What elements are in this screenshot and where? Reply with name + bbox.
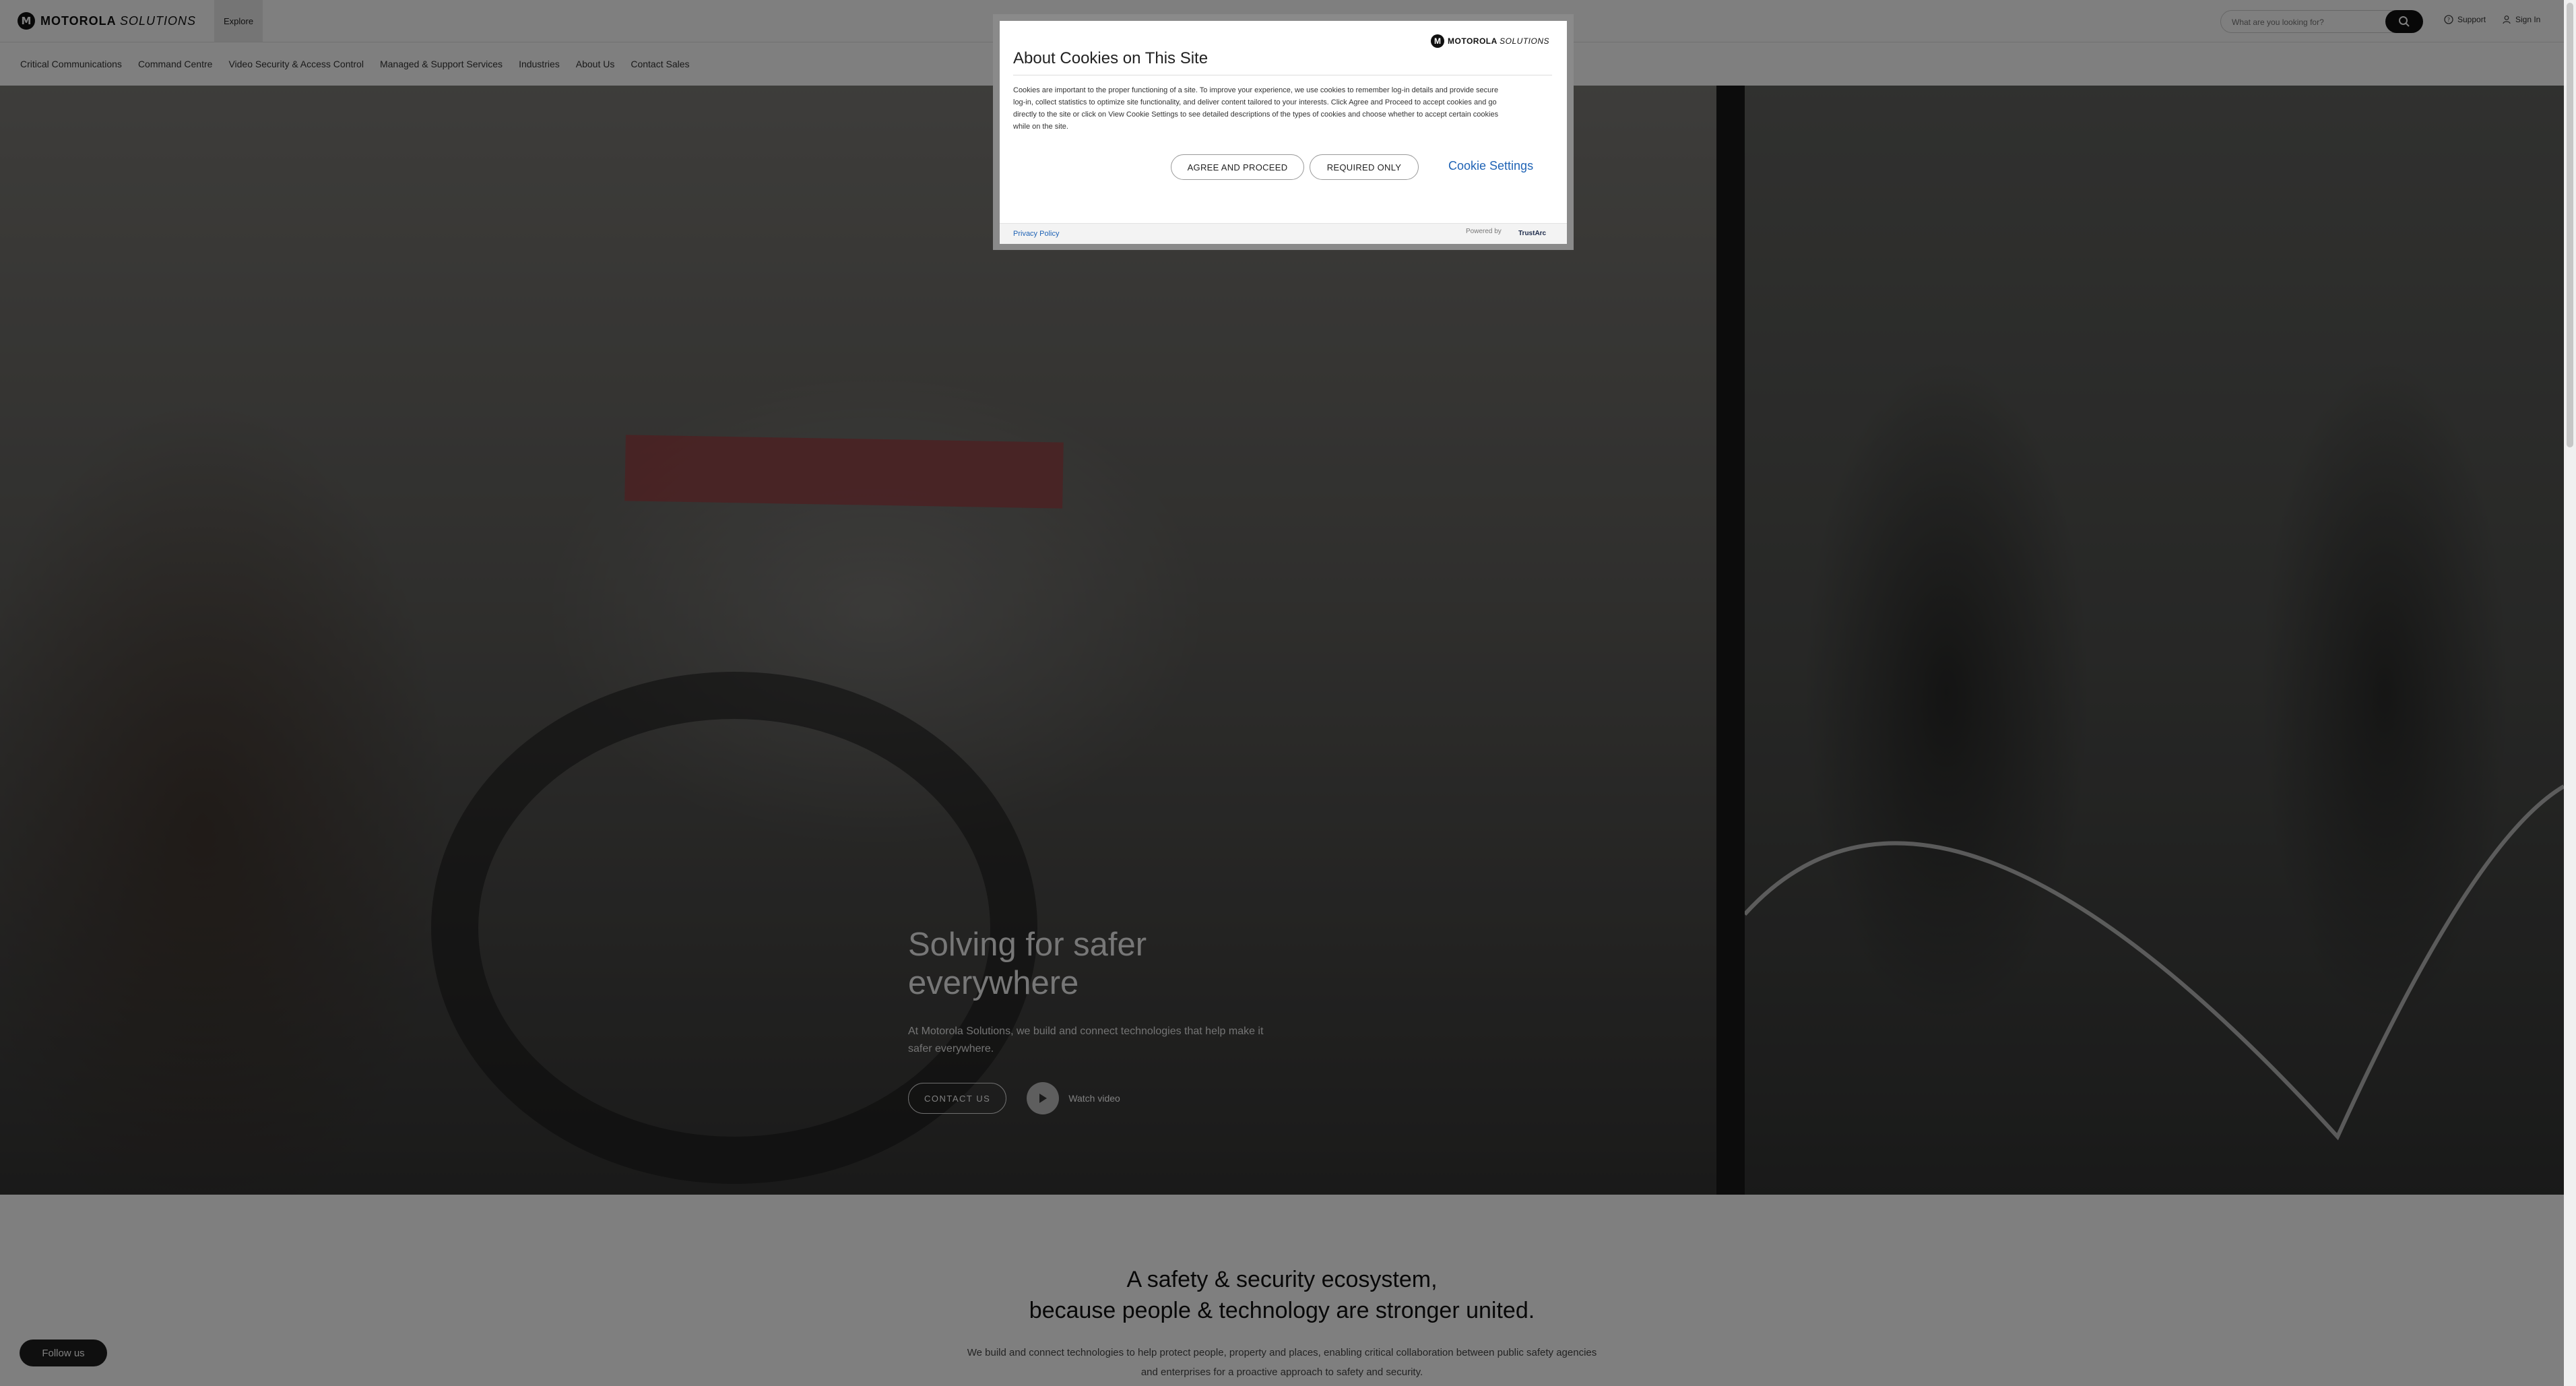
trustarc-logo[interactable]: TrustArc <box>1518 230 1546 237</box>
cookie-body-line1: Cookies are important to the proper func… <box>1013 86 1499 94</box>
powered-by-label: Powered by <box>1466 228 1502 235</box>
dialog-logo-bold: MOTOROLA <box>1448 36 1498 46</box>
page-scrollbar[interactable] <box>2564 0 2576 1386</box>
cookie-settings-link[interactable]: Cookie Settings <box>1448 159 1533 173</box>
cookie-dialog-body: Cookies are important to the proper func… <box>1013 84 1552 133</box>
cookie-body-line3: directly to the site or click on View Co… <box>1013 111 1499 119</box>
dialog-motorola-logo: M MOTOROLA SOLUTIONS <box>1431 34 1549 48</box>
agree-and-proceed-button[interactable]: AGREE AND PROCEED <box>1171 154 1304 180</box>
dialog-logo-wordmark: MOTOROLA SOLUTIONS <box>1448 36 1549 46</box>
cookie-body-line4: while on the site. <box>1013 123 1068 131</box>
cookie-dialog-footer: Privacy Policy Powered by TrustArc <box>1000 223 1567 244</box>
cookie-body-line2: log-in, collect statistics to optimize s… <box>1013 98 1497 106</box>
cookie-dialog-frame: M MOTOROLA SOLUTIONS About Cookies on Th… <box>993 14 1574 250</box>
privacy-policy-link[interactable]: Privacy Policy <box>1013 230 1059 238</box>
cookie-dialog-title: About Cookies on This Site <box>1013 49 1209 67</box>
scrollbar-thumb[interactable] <box>2567 3 2573 447</box>
dialog-motorola-m-icon: M <box>1431 34 1444 48</box>
cookie-dialog: M MOTOROLA SOLUTIONS About Cookies on Th… <box>1000 21 1567 244</box>
required-only-button[interactable]: REQUIRED ONLY <box>1310 154 1419 180</box>
dialog-logo-light: SOLUTIONS <box>1500 36 1550 46</box>
